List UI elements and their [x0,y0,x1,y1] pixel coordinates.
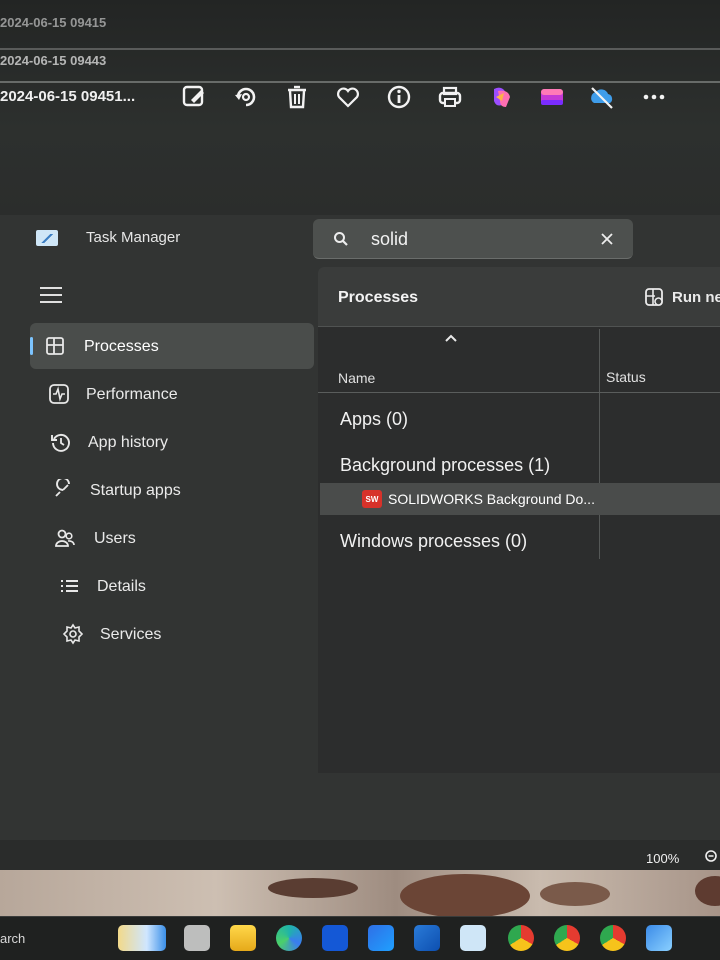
sidebar-item-app-history[interactable]: App history [30,419,314,465]
sidebar-item-label: Startup apps [90,482,181,499]
widgets-icon[interactable] [118,925,166,951]
edge-icon[interactable] [276,925,302,951]
task-manager-app-icon [36,229,58,246]
sidebar-item-startup-apps[interactable]: Startup apps [30,467,314,513]
run-new-task-label: Run ne [672,288,720,306]
menu-line [40,287,62,289]
hamburger-menu-button[interactable] [40,287,62,305]
column-header-name[interactable]: Name [338,370,375,386]
copilot-icon[interactable] [488,83,516,111]
process-name: SOLIDWORKS Background Do... [388,491,595,507]
header-divider [318,392,720,393]
processes-panel: Processes Run ne Name Status Apps (0) Ba… [318,267,720,773]
sidebar-item-label: Processes [84,338,159,355]
wallpaper-rock [695,876,720,906]
taskbar-search-label[interactable]: arch [0,931,25,946]
photos-icon[interactable] [646,925,672,951]
solidworks-icon: SW [362,490,382,508]
viewer-row: 2024-06-15 09415 [0,12,720,50]
sidebar-item-users[interactable]: Users [30,515,314,561]
sidebar-item-performance[interactable]: Performance [30,371,314,417]
page-header: Processes Run ne [318,267,720,327]
sidebar-item-label: App history [88,434,169,451]
outlook-new-icon[interactable] [414,925,440,951]
title-bar: Task Manager [36,229,180,246]
sidebar-item-details[interactable]: Details [30,563,314,609]
page-title: Processes [338,289,419,306]
sidebar-item-processes[interactable]: Processes [30,323,314,369]
photo-date: 2024-06-15 09443 [0,53,107,68]
more-icon[interactable] [640,83,668,111]
chrome-icon[interactable] [508,925,534,951]
task-view-icon[interactable] [184,925,210,951]
group-windows-processes[interactable]: Windows processes (0) [340,531,527,552]
search-box[interactable] [313,219,633,259]
app-arrow-icon[interactable] [368,925,394,951]
run-task-icon [645,288,663,306]
sort-ascending-icon[interactable] [444,333,458,343]
column-header-status[interactable]: Status [606,369,646,385]
sidebar-item-services[interactable]: Services [30,611,314,657]
menu-line [40,294,62,296]
wallpaper-rock [540,882,610,906]
photo-date: 2024-06-15 09415 [0,15,107,30]
task-manager-window: Task Manager Processes Performance [0,215,720,866]
wallpaper-rock [268,878,358,898]
desktop-wallpaper [0,870,720,920]
startup-apps-icon [52,477,74,501]
photo-date: 2024-06-15 09451... [0,88,136,105]
task-manager-icon[interactable] [460,925,486,951]
delete-icon[interactable] [283,83,311,111]
sidebar-item-label: Details [97,578,146,595]
users-icon [54,527,76,549]
chrome-icon-2[interactable] [600,925,626,951]
zoom-level: 100% [646,851,680,866]
column-divider[interactable] [599,329,600,559]
favorite-icon[interactable] [334,83,362,111]
menu-line [40,301,62,303]
edit-icon[interactable] [180,83,208,111]
performance-icon [48,383,70,405]
close-icon[interactable] [599,231,615,247]
search-input[interactable] [371,227,571,251]
sidebar-item-label: Performance [86,386,178,403]
wallpaper-rock [400,874,530,918]
processes-icon [44,335,66,357]
photo-viewer-strip: 2024-06-15 09415 2024-06-15 09443 2024-0… [0,0,720,215]
sidebar-item-label: Users [94,530,136,547]
print-icon[interactable] [436,83,464,111]
search-icon [334,232,348,246]
group-background-processes[interactable]: Background processes (1) [340,455,550,476]
app-title: Task Manager [86,229,181,246]
file-explorer-icon[interactable] [230,925,256,951]
chrome-profile-icon[interactable] [554,925,580,951]
info-icon[interactable] [385,83,413,111]
run-new-task-button[interactable]: Run ne [644,287,720,307]
sidebar-nav: Processes Performance App history Startu… [30,323,314,659]
clipchamp-icon[interactable] [538,83,566,111]
rotate-icon[interactable] [232,83,260,111]
viewer-row-current: 2024-06-15 09451... [0,80,720,114]
services-icon [62,623,84,645]
sidebar-item-label: Services [100,626,162,643]
app-history-icon [50,431,72,453]
details-icon [58,575,80,597]
group-apps[interactable]: Apps (0) [340,409,408,430]
table-row[interactable]: SW SOLIDWORKS Background Do... [320,483,720,515]
app-l-icon[interactable] [322,925,348,951]
viewer-row: 2024-06-15 09443 [0,45,720,83]
onedrive-icon[interactable] [588,83,616,111]
zoom-icon[interactable] [704,849,720,865]
taskbar: arch [0,916,720,960]
